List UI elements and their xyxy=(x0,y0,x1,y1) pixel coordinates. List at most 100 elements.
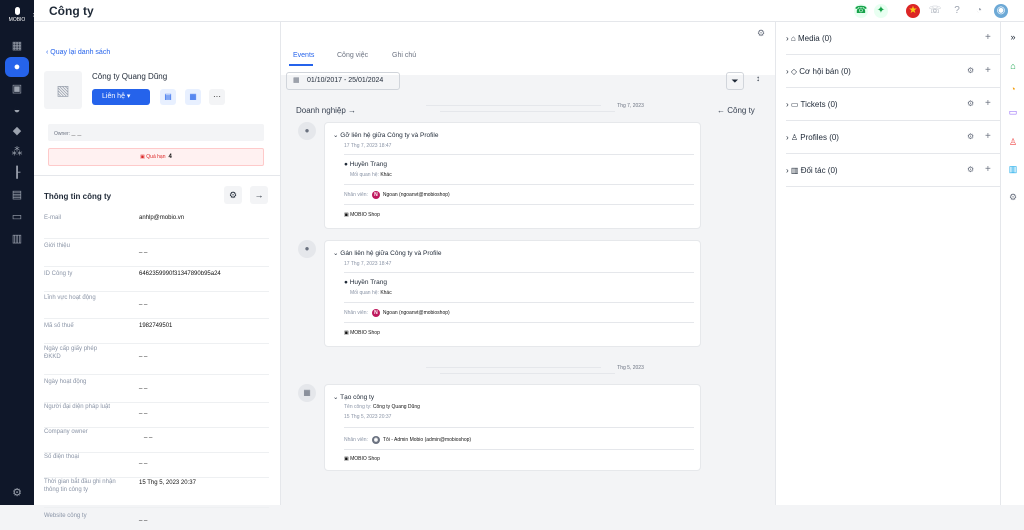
left-navigation: MOBIO » ▦ ● ▣ ◒ ◆ ⁂ ┠ ▤ ▭ ▥ ⚙ xyxy=(0,0,41,505)
folder-icon[interactable]: ▣ xyxy=(9,81,25,97)
bell-icon[interactable]: ◔ xyxy=(972,4,986,18)
ticket-icon: ▭ xyxy=(790,100,799,109)
events-panel: Events Công việc Ghi chú ⚙ 01/10/2017 - … xyxy=(280,22,776,505)
event-person[interactable]: ● Huyền Trang xyxy=(344,279,387,286)
ticket-rail-icon[interactable]: ▭ xyxy=(1006,105,1020,119)
phone-icon[interactable]: ☎ xyxy=(854,4,868,18)
profile-event-icon: ● xyxy=(298,240,316,258)
bar-chart-icon[interactable]: ▥ xyxy=(9,231,25,247)
media-rail-icon[interactable]: ⌂ xyxy=(1006,59,1020,73)
profile-nav-icon[interactable]: ● xyxy=(5,57,29,77)
related-row-sales-opportunities[interactable]: › ◇ Cơ hội bán (0) ⚙ + xyxy=(786,55,1006,88)
media-icon: ⌂ xyxy=(790,34,796,43)
event-title[interactable]: ⌄ Tạo công ty xyxy=(333,393,374,401)
sort-icon[interactable]: ↕ xyxy=(756,74,760,83)
profile-settings-icon[interactable]: ⚙ xyxy=(967,132,974,141)
grid-icon[interactable]: ▤ xyxy=(9,187,25,203)
shop-icon: ▣ xyxy=(344,212,349,218)
settings-gear-button[interactable]: ⚙ xyxy=(224,186,242,204)
screen-icon[interactable]: ▭ xyxy=(9,209,25,225)
section-divider xyxy=(34,175,280,176)
tree-icon[interactable]: ┠ xyxy=(9,165,25,181)
event-card-create: ⌄ Tạo công ty Tên công ty: Công ty Quang… xyxy=(324,384,701,471)
tab-notes[interactable]: Ghi chú xyxy=(392,52,416,59)
add-ticket-button[interactable]: + xyxy=(985,98,991,109)
month-separator-july: Thg 7, 2023 xyxy=(317,103,737,115)
field-row-legal-representative: Người đại diện pháp luật _ _ xyxy=(44,403,269,428)
partner-rail-icon[interactable]: ▥ xyxy=(1006,162,1020,176)
event-card-unlink: ⌄ Gỡ liên hệ giữa Công ty và Profile 17 … xyxy=(324,122,701,229)
right-rail: » ⌂ ◔ ▭ ♙ ▥ ⚙ xyxy=(1000,22,1024,505)
add-media-button[interactable]: + xyxy=(985,32,991,43)
back-label: Quay lại danh sách xyxy=(50,49,111,56)
related-row-media[interactable]: › ⌂ Media (0) + xyxy=(786,22,1006,55)
field-row-operation-date: Ngày hoạt động _ _ xyxy=(44,378,269,403)
chart-icon[interactable]: ◒ xyxy=(9,102,25,118)
company-name: Công ty Quang Dũng xyxy=(92,72,168,81)
contact-button[interactable]: Liên hệ ▾ xyxy=(92,89,150,105)
related-row-tickets[interactable]: › ▭ Tickets (0) ⚙ + xyxy=(786,88,1006,121)
overdue-label: Quá hạn xyxy=(146,154,166,160)
shop-icon: ▣ xyxy=(344,456,349,462)
event-card-link: ⌄ Gán liên hệ giữa Công ty và Profile 17… xyxy=(324,240,701,347)
user-avatar[interactable]: ◉ xyxy=(994,4,1008,18)
top-bar: Công ty ☎ ✦ ★ ☏ ? ◔ ◉ xyxy=(34,0,1024,22)
date-range-picker[interactable]: 01/10/2017 - 25/01/2024 xyxy=(286,72,400,90)
field-row-phone: Số điện thoại _ _ xyxy=(44,453,269,478)
opportunity-settings-icon[interactable]: ⚙ xyxy=(967,66,974,75)
owner-value: _ _ xyxy=(71,130,82,137)
image-placeholder-icon: ▧ xyxy=(44,71,82,109)
profile-rail-icon[interactable]: ♙ xyxy=(1006,135,1020,149)
calendar-icon[interactable]: ▦ xyxy=(185,89,201,105)
cube-icon: ◇ xyxy=(790,67,798,76)
collapse-panel-icon[interactable]: » xyxy=(1006,30,1020,44)
field-row-license-date: Ngày cấp giấy phép ĐKKD _ _ xyxy=(44,345,269,375)
related-objects-panel: › ⌂ Media (0) + › ◇ Cơ hội bán (0) ⚙ + › ▭ … xyxy=(775,22,1006,505)
month-separator-may: Thg 5, 2023 xyxy=(317,365,737,377)
event-person[interactable]: ● Huyền Trang xyxy=(344,161,387,168)
company-info-title: Thông tin công ty xyxy=(44,192,112,201)
dashboard-icon[interactable]: ▦ xyxy=(9,38,25,54)
staff-avatar: N xyxy=(371,191,380,199)
calendar-warning-icon: ▣ xyxy=(140,154,145,160)
field-row-industry: Lĩnh vực hoạt động _ _ xyxy=(44,294,269,319)
owner-field: Owner: _ _ xyxy=(48,124,264,141)
events-header xyxy=(281,22,776,75)
event-title[interactable]: ⌄ Gán liên hệ giữa Công ty và Profile xyxy=(333,249,441,257)
tab-tasks[interactable]: Công việc xyxy=(337,52,368,59)
chevron-down-icon: ▾ xyxy=(126,93,131,100)
call-icon[interactable]: ☏ xyxy=(928,4,942,18)
event-title[interactable]: ⌄ Gỡ liên hệ giữa Công ty và Profile xyxy=(333,131,438,139)
settings-icon[interactable]: ⚙ xyxy=(9,485,25,501)
tab-events[interactable]: Events xyxy=(293,52,314,59)
filter-icon[interactable]: ⏷ xyxy=(726,72,744,90)
open-details-button[interactable]: → xyxy=(250,186,268,204)
shop-icon: ▣ xyxy=(344,330,349,336)
related-row-profiles[interactable]: › ♙ Profiles (0) ⚙ + xyxy=(786,121,1006,154)
cube-nav-icon[interactable]: ◆ xyxy=(9,123,25,139)
clipboard-icon[interactable]: ▤ xyxy=(160,89,176,105)
leaf-icon[interactable]: ✦ xyxy=(874,4,888,18)
help-icon[interactable]: ? xyxy=(950,4,964,18)
field-row-description: Giới thiệu _ _ xyxy=(44,242,269,267)
page-title: Công ty xyxy=(49,4,94,18)
profile-event-icon: ● xyxy=(298,122,316,140)
add-opportunity-button[interactable]: + xyxy=(985,65,991,76)
panel-settings-icon[interactable]: ⚙ xyxy=(757,28,765,39)
active-tab-indicator xyxy=(289,64,313,66)
mobio-logo: MOBIO xyxy=(5,4,29,24)
back-to-list-link[interactable]: ‹ Quay lại danh sách xyxy=(46,49,110,56)
settings-rail-icon[interactable]: ⚙ xyxy=(1006,190,1020,204)
ticket-settings-icon[interactable]: ⚙ xyxy=(967,99,974,108)
overdue-count: 4 xyxy=(168,154,172,160)
network-icon[interactable]: ⁂ xyxy=(9,144,25,160)
overdue-badge[interactable]: ▣ Quá hạn 4 xyxy=(48,148,264,166)
add-partner-button[interactable]: + xyxy=(985,164,991,175)
related-row-partners[interactable]: › ▥ Đối tác (0) ⚙ + xyxy=(786,154,1006,187)
add-profile-button[interactable]: + xyxy=(985,131,991,142)
admin-avatar: ◉ xyxy=(371,436,380,444)
more-options-button[interactable]: ··· xyxy=(209,89,225,105)
opportunity-rail-icon[interactable]: ◔ xyxy=(1006,82,1020,96)
partner-settings-icon[interactable]: ⚙ xyxy=(967,165,974,174)
vietnam-flag-icon[interactable]: ★ xyxy=(906,4,920,18)
